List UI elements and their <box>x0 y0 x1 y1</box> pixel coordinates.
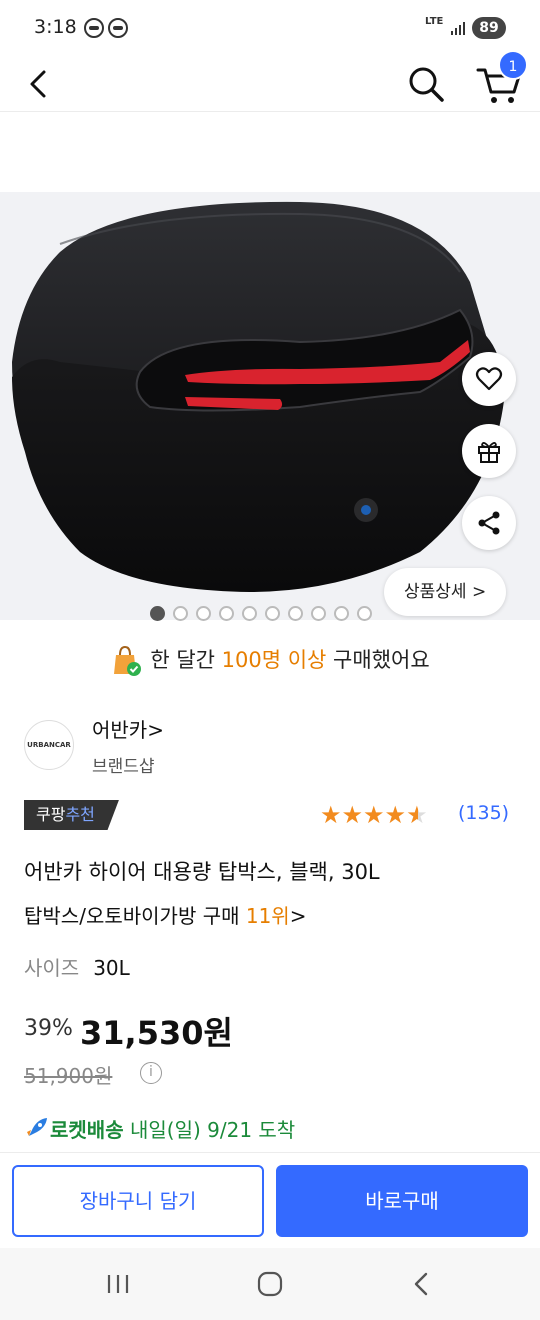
home-icon[interactable] <box>252 1268 288 1300</box>
delivery-method: 로켓배송 <box>50 1118 124 1142</box>
seller-name-link[interactable]: 어반카> <box>92 714 164 743</box>
product-title: 어반카 하이어 대용량 탑박스, 블랙, 30L <box>24 860 380 884</box>
back-icon[interactable] <box>20 64 60 104</box>
gift-icon <box>478 442 500 463</box>
purchase-count: 100명 이상 <box>221 648 327 672</box>
product-image[interactable] <box>0 192 540 620</box>
ranking-position: 11위 <box>245 904 290 928</box>
recent-apps-icon[interactable] <box>100 1268 136 1300</box>
purchase-suffix: 구매했어요 <box>326 648 430 672</box>
heart-icon <box>475 367 503 391</box>
review-count-link[interactable]: (135) <box>458 802 509 824</box>
gift-button[interactable] <box>462 424 516 478</box>
ranking-prefix: 탑박스/오토바이가방 구매 <box>24 904 246 928</box>
pagination-dot[interactable] <box>311 606 326 621</box>
system-navigation-bar <box>0 1248 540 1320</box>
share-button[interactable] <box>462 496 516 550</box>
pagination-dot[interactable] <box>265 606 280 621</box>
seller-logo[interactable]: URBANCAR <box>24 720 74 770</box>
pagination-dot[interactable] <box>219 606 234 621</box>
add-to-cart-button[interactable]: 장바구니 담기 <box>12 1165 264 1237</box>
badge-label: 추천 <box>65 805 95 824</box>
pagination-dot[interactable] <box>196 606 211 621</box>
notification-icon <box>84 18 104 38</box>
pagination-dot[interactable] <box>173 606 188 621</box>
size-option-row[interactable]: 사이즈 30L <box>24 952 130 981</box>
star-rating[interactable]: ★ ★ ★ ★ ★ <box>320 800 428 830</box>
gallery-pagination <box>150 606 372 622</box>
status-time: 3:18 <box>34 16 77 38</box>
seller-type: 브랜드샵 <box>92 757 155 777</box>
notification-icon <box>108 18 128 38</box>
delivery-suffix: 도착 <box>252 1118 296 1142</box>
cart-count-badge: 1 <box>498 50 528 80</box>
network-type: LTE <box>425 16 444 27</box>
status-bar: 3:18 LTE 89 <box>0 0 540 56</box>
size-label: 사이즈 <box>24 956 80 980</box>
topbox-image <box>12 201 505 592</box>
buy-now-button[interactable]: 바로구매 <box>276 1165 528 1237</box>
pagination-dot[interactable] <box>334 606 349 621</box>
share-icon <box>478 511 500 535</box>
battery-indicator: 89 <box>472 17 506 39</box>
star-icon: ★ <box>363 801 385 829</box>
badge-brand: 쿠팡 <box>36 805 66 824</box>
discount-rate: 39% <box>24 1016 73 1041</box>
pagination-dot[interactable] <box>357 606 372 621</box>
shopping-bag-icon <box>114 645 142 676</box>
product-detail-button[interactable]: 상품상세 > <box>384 568 507 616</box>
back-nav-icon[interactable] <box>404 1268 440 1300</box>
purchase-action-bar: 장바구니 담기 바로구매 <box>0 1152 540 1248</box>
coupang-recommend-badge: 쿠팡추천 <box>24 800 119 830</box>
ranking-suffix: > <box>289 904 307 928</box>
wishlist-button[interactable] <box>462 352 516 406</box>
top-app-bar: 1 <box>0 50 540 112</box>
pagination-dot[interactable] <box>288 606 303 621</box>
delivery-info: 로켓배송 내일(일) 9/21 도착 <box>24 1114 295 1143</box>
sale-price: 31,530원 <box>80 1014 233 1052</box>
half-star-icon: ★ <box>406 801 428 829</box>
signal-icon <box>451 22 465 35</box>
search-icon[interactable] <box>404 62 448 106</box>
pagination-dot[interactable] <box>150 606 165 621</box>
category-ranking-link[interactable]: 탑박스/오토바이가방 구매 11위> <box>24 900 306 929</box>
purchase-prefix: 한 달간 <box>150 648 222 672</box>
rocket-icon <box>27 1118 47 1136</box>
info-icon[interactable]: i <box>140 1062 162 1084</box>
delivery-date: 내일(일) 9/21 <box>123 1118 253 1142</box>
size-value: 30L <box>93 956 130 980</box>
pagination-dot[interactable] <box>242 606 257 621</box>
star-icon: ★ <box>341 801 364 829</box>
star-icon: ★ <box>384 801 407 829</box>
star-icon: ★ <box>320 801 342 829</box>
purchase-count-banner: 한 달간 100명 이상 구매했어요 <box>0 640 540 680</box>
original-price: 51,900원 <box>24 1064 113 1088</box>
